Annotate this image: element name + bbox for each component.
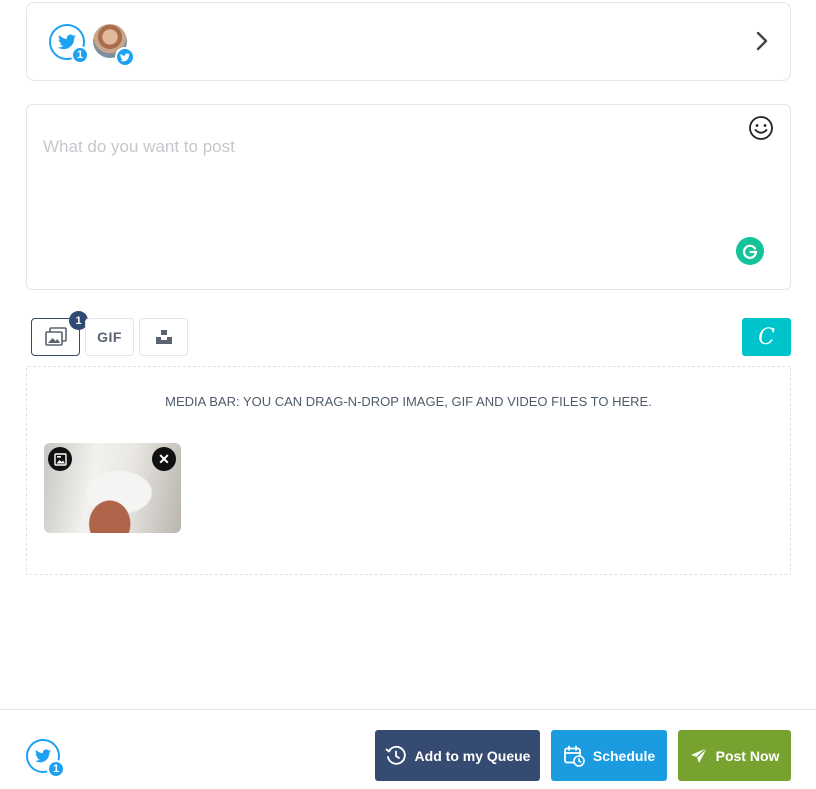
paper-plane-icon: [690, 747, 708, 763]
add-image-button[interactable]: 1: [31, 311, 88, 356]
footer-twitter-count-badge: 1: [47, 760, 65, 778]
close-icon: ✕: [158, 450, 170, 467]
gif-label: GIF: [97, 329, 122, 345]
media-thumbnail[interactable]: ✕: [44, 443, 181, 533]
avatar-twitter-badge: [115, 47, 135, 67]
emoji-icon[interactable]: [748, 115, 774, 141]
unsplash-icon: [155, 330, 172, 344]
add-to-queue-label: Add to my Queue: [414, 747, 531, 764]
calendar-clock-icon: [563, 745, 585, 767]
grammarly-icon: [742, 244, 758, 259]
canva-icon: C: [758, 324, 775, 350]
twitter-icon: [120, 52, 130, 61]
grammarly-button[interactable]: [736, 237, 764, 265]
accounts-selector[interactable]: 1: [26, 2, 791, 81]
twitter-icon: [35, 749, 51, 763]
chevron-right-icon[interactable]: [754, 30, 770, 52]
media-bar-hint: MEDIA BAR: YOU CAN DRAG-N-DROP IMAGE, GI…: [165, 394, 652, 409]
post-composer: [26, 104, 791, 290]
image-edit-icon: [53, 452, 67, 466]
post-text-input[interactable]: [43, 137, 723, 257]
twitter-count-badge: 1: [71, 46, 89, 64]
queue-clock-icon: [385, 745, 406, 765]
composer-footer: 1 Add to my Queue Schedule Post Now: [0, 709, 816, 789]
twitter-account-toggle[interactable]: 1: [49, 24, 89, 64]
footer-twitter-account[interactable]: 1: [26, 739, 65, 778]
remove-media-button[interactable]: ✕: [152, 447, 176, 471]
add-to-queue-button[interactable]: Add to my Queue: [375, 730, 540, 781]
add-gif-button[interactable]: GIF: [85, 318, 134, 356]
unsplash-button[interactable]: [139, 318, 188, 356]
canva-button[interactable]: C: [742, 318, 791, 356]
image-alt-text-button[interactable]: [48, 447, 72, 471]
image-gallery-icon: [44, 327, 67, 346]
post-now-label: Post Now: [715, 747, 780, 764]
schedule-label: Schedule: [592, 747, 656, 764]
media-dropzone[interactable]: MEDIA BAR: YOU CAN DRAG-N-DROP IMAGE, GI…: [26, 366, 791, 575]
post-now-button[interactable]: Post Now: [678, 730, 791, 781]
schedule-button[interactable]: Schedule: [551, 730, 667, 781]
